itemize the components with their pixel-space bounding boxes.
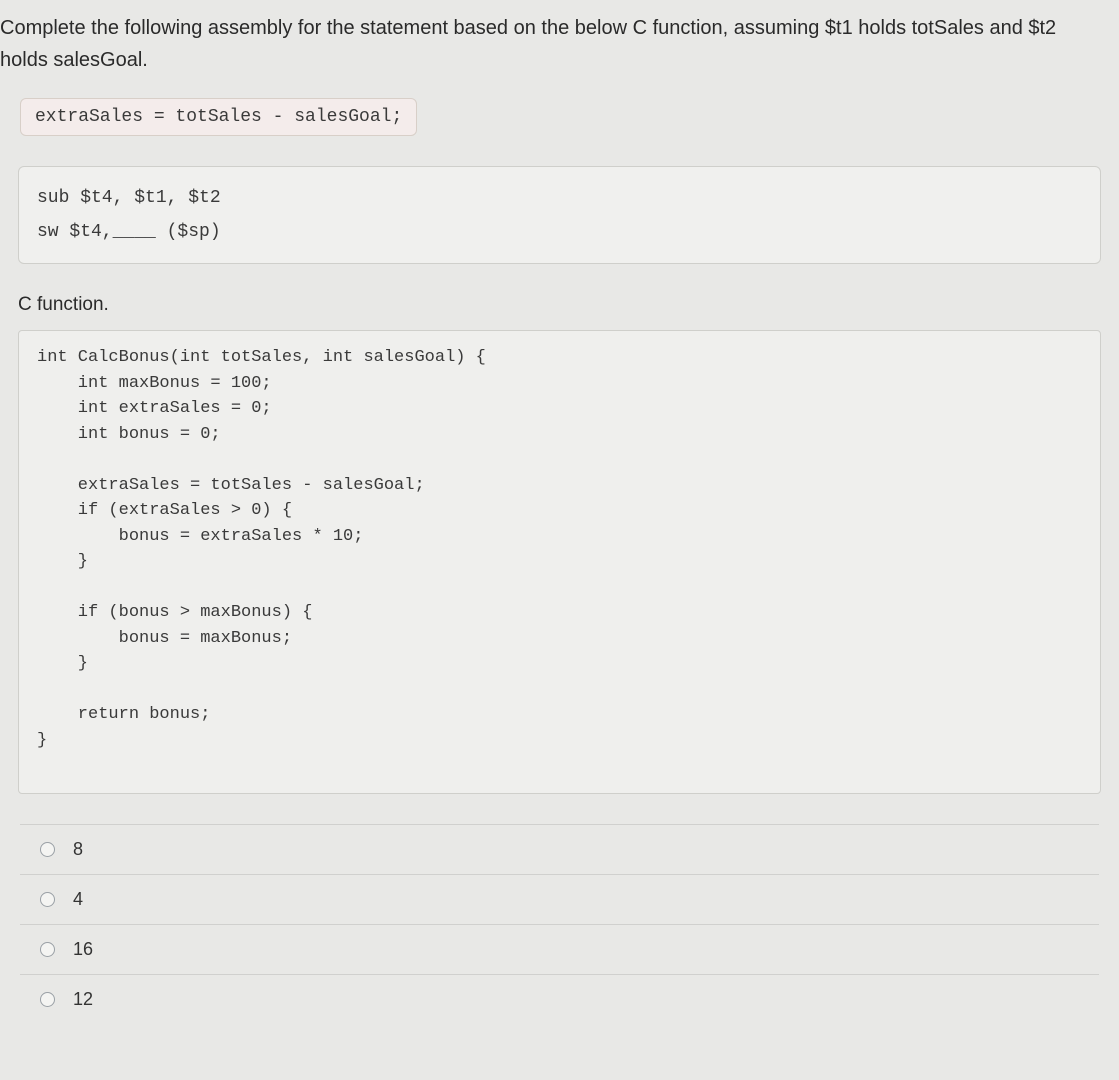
statement-code-block: extraSales = totSales - salesGoal; [20,98,417,136]
answer-options: 8 4 16 12 [20,824,1099,1024]
option-label: 16 [73,939,93,960]
c-code-block: int CalcBonus(int totSales, int salesGoa… [18,330,1101,794]
option-label: 12 [73,989,93,1010]
radio-icon[interactable] [40,992,55,1007]
option-label: 4 [73,889,83,910]
c-function-heading: C function. [18,294,1119,316]
radio-icon[interactable] [40,842,55,857]
option-row[interactable]: 8 [20,824,1099,874]
option-row[interactable]: 4 [20,874,1099,924]
option-row[interactable]: 12 [20,974,1099,1024]
assembly-code-block: sub $t4, $t1, $t2 sw $t4,____ ($sp) [18,166,1101,264]
radio-icon[interactable] [40,942,55,957]
option-label: 8 [73,839,83,860]
question-prompt: Complete the following assembly for the … [0,0,1119,80]
option-row[interactable]: 16 [20,924,1099,974]
radio-icon[interactable] [40,892,55,907]
